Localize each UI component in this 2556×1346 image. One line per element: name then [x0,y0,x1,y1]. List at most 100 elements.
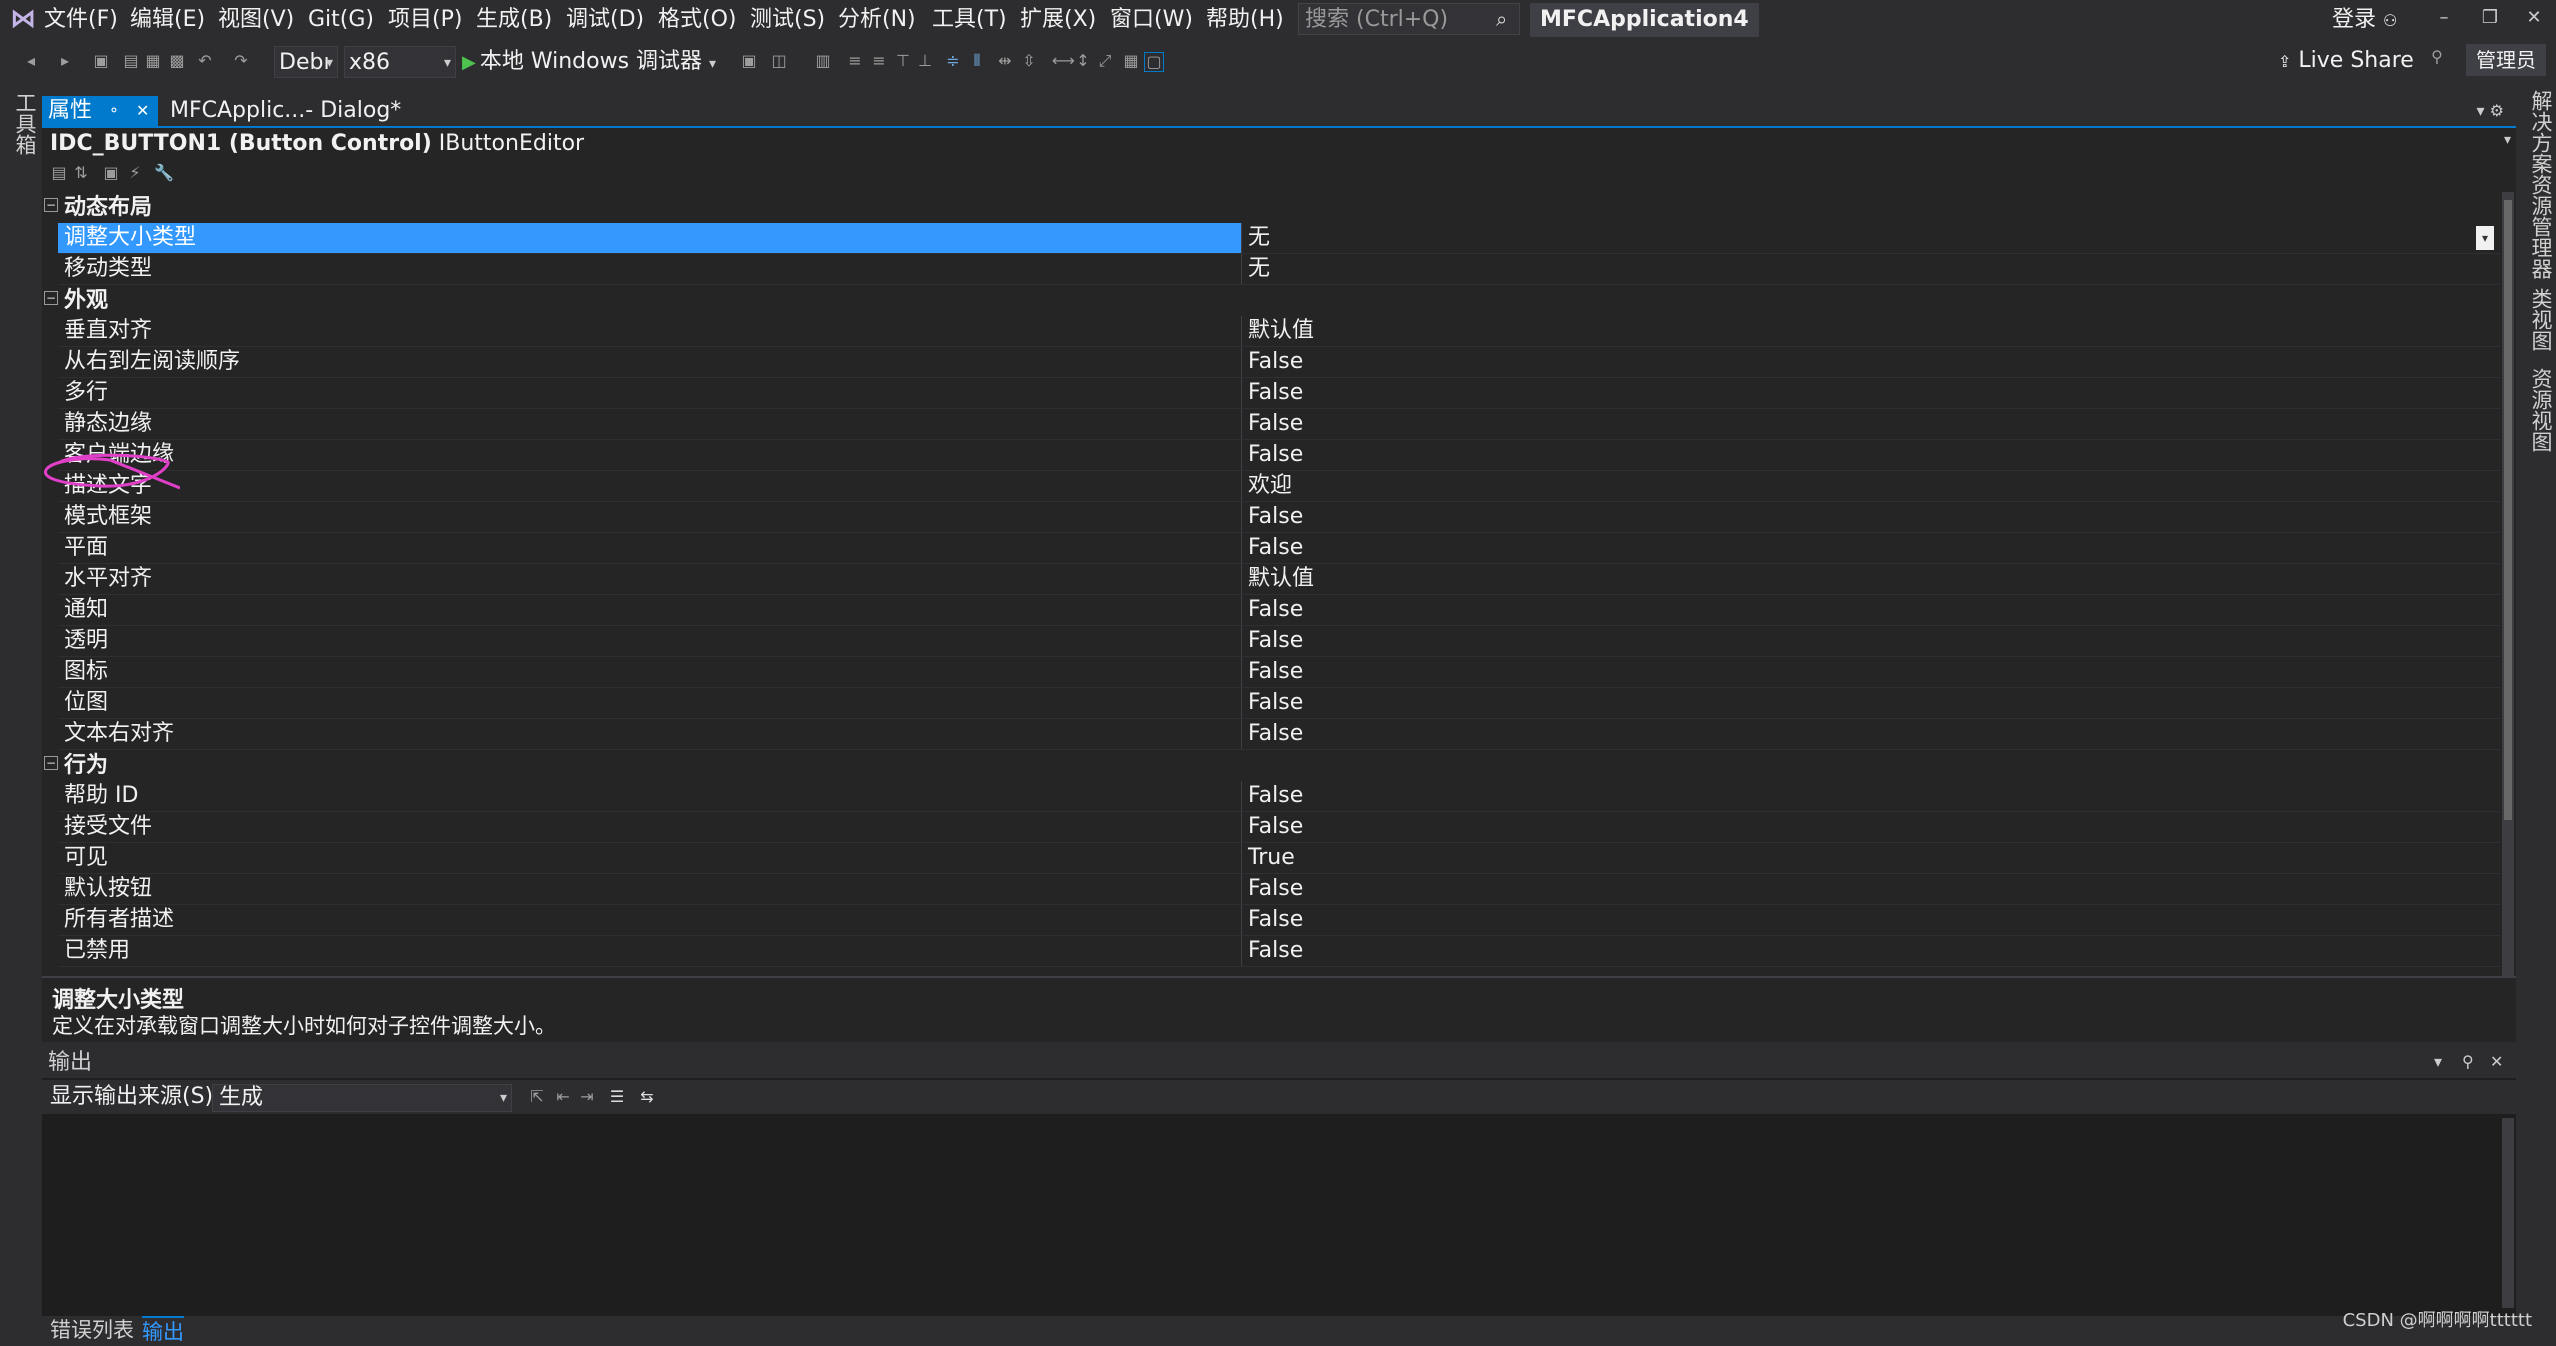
toolbar-tool-icon[interactable]: ◫ [770,52,788,70]
property-name[interactable]: 多行 [58,378,1242,408]
start-debugging-button[interactable]: ▶ 本地 Windows 调试器 ▾ [462,46,716,78]
property-row[interactable]: 文本右对齐 False [58,719,2500,750]
menu-test[interactable]: 测试(S) [750,4,825,36]
forward-icon[interactable]: ▸ [56,52,74,70]
property-row[interactable]: 从右到左阅读顺序 False [58,347,2500,378]
property-value[interactable]: False [1248,812,1303,842]
search-input[interactable]: 搜索 (Ctrl+Q) [1298,3,1520,35]
property-row[interactable]: 水平对齐 默认值 [58,564,2500,595]
property-value[interactable]: True [1248,843,1295,873]
property-row[interactable]: 位图 False [58,688,2500,719]
center-vertical-icon[interactable]: ≑ [944,52,962,70]
menu-project[interactable]: 项目(P) [388,4,462,36]
class-view-tab[interactable]: 类视图 [2526,288,2556,351]
properties-icon[interactable]: ▣ [102,164,120,182]
undo-icon[interactable]: ↶ [196,52,214,70]
property-row[interactable]: 帮助 ID False [58,781,2500,812]
property-name[interactable]: 帮助 ID [58,781,1242,811]
property-value[interactable]: False [1248,595,1303,625]
window-position-icon[interactable]: ▾ [2434,1050,2442,1074]
space-down-icon[interactable]: ⇳ [1020,52,1038,70]
events-icon[interactable]: ⚡ [126,164,144,182]
menu-analyze[interactable]: 分析(N) [838,4,916,36]
properties-scrollbar[interactable] [2502,192,2514,1032]
property-value[interactable]: 欢迎 [1248,471,1292,501]
property-value[interactable]: False [1248,409,1303,439]
property-row[interactable]: 垂直对齐 默认值 [58,316,2500,347]
restore-button[interactable]: ❐ [2470,2,2510,34]
object-selector-dropdown-icon[interactable]: ▾ [2504,132,2511,148]
tab-dialog[interactable]: MFCApplic...- Dialog* [164,96,401,126]
property-name[interactable]: 静态边缘 [58,409,1242,439]
collapse-icon[interactable]: − [44,756,58,770]
pin-icon[interactable]: ⚲ [2462,1050,2474,1074]
property-value[interactable]: False [1248,440,1303,470]
property-category[interactable]: − 动态布局 [42,192,2500,223]
search-icon[interactable]: ⌕ [1496,3,1520,35]
login-link[interactable]: 登录 ⚇ [2332,4,2397,36]
property-name[interactable]: 客户端边缘 [58,440,1242,470]
space-across-icon[interactable]: ⇹ [996,52,1014,70]
property-name[interactable]: 位图 [58,688,1242,718]
property-name[interactable]: 从右到左阅读顺序 [58,347,1242,377]
save-all-icon[interactable]: ▩ [168,52,186,70]
tab-properties[interactable]: 属性 ⚬ ✕ [42,96,158,126]
property-row[interactable]: 平面 False [58,533,2500,564]
property-value[interactable]: False [1248,905,1303,935]
menu-tools[interactable]: 工具(T) [932,4,1007,36]
property-name[interactable]: 调整大小类型 [58,223,1242,253]
property-value[interactable]: False [1248,936,1303,966]
align-bottom-icon[interactable]: ⊥ [916,52,934,70]
property-name[interactable]: 图标 [58,657,1242,687]
property-value[interactable]: False [1248,347,1303,377]
new-project-icon[interactable]: ▣ [92,52,110,70]
close-icon[interactable]: ✕ [136,96,149,126]
property-row[interactable]: 接受文件 False [58,812,2500,843]
make-same-height-icon[interactable]: ↕ [1074,52,1092,70]
close-window-button[interactable]: ✕ [2514,2,2554,34]
property-name[interactable]: 已禁用 [58,936,1242,966]
tab-output[interactable]: 输出 [142,1316,184,1344]
property-name[interactable]: 水平对齐 [58,564,1242,594]
property-value[interactable]: False [1248,502,1303,532]
property-row[interactable]: 通知 False [58,595,2500,626]
menu-file[interactable]: 文件(F) [44,4,118,36]
scrollbar-thumb[interactable] [2504,200,2512,820]
redo-icon[interactable]: ↷ [232,52,250,70]
platform-select[interactable]: x86 ▾ [344,46,456,78]
configuration-select[interactable]: Debı ▾ [274,46,338,78]
tab-error-list[interactable]: 错误列表 [50,1316,134,1342]
property-row[interactable]: 描述文字 欢迎 [58,471,2500,502]
align-right-icon[interactable]: ≡ [870,52,888,70]
property-name[interactable]: 描述文字 [58,471,1242,501]
property-value[interactable]: 无 [1248,223,1270,253]
save-icon[interactable]: ▦ [144,52,162,70]
object-selector[interactable]: IDC_BUTTON1 (Button Control) IButtonEdit… [50,128,584,160]
menu-build[interactable]: 生成(B) [476,4,552,36]
property-value[interactable]: False [1248,533,1303,563]
find-message-icon[interactable]: ⇱ [528,1088,546,1106]
menu-extensions[interactable]: 扩展(X) [1020,4,1096,36]
property-row[interactable]: 调整大小类型无 ▾ [58,223,2500,254]
property-value[interactable]: False [1248,719,1303,749]
property-row[interactable]: 已禁用 False [58,936,2500,967]
center-horizontal-icon[interactable]: ⫴ [968,52,986,70]
align-top-icon[interactable]: ⊤ [894,52,912,70]
toolbar-tool-icon[interactable]: ▥ [814,52,832,70]
property-category[interactable]: − 行为 [42,750,2500,781]
property-value[interactable]: 无 [1248,254,1270,284]
tab-overflow-icon[interactable]: ▾ ⚙ [2477,96,2504,126]
property-row[interactable]: 移动类型无 [58,254,2500,285]
next-message-icon[interactable]: ⇥ [578,1088,596,1106]
property-name[interactable]: 接受文件 [58,812,1242,842]
categorized-icon[interactable]: ▤ [50,164,68,182]
solution-explorer-tab[interactable]: 解决方案资源管理器 [2526,90,2556,279]
close-icon[interactable]: ✕ [2490,1050,2503,1074]
toggle-guides-icon[interactable]: ▢ [1144,52,1164,72]
make-same-size-icon[interactable]: ⤢ [1096,52,1114,70]
menu-help[interactable]: 帮助(H) [1206,4,1284,36]
feedback-icon[interactable]: ⚲ [2428,48,2446,66]
menu-debug[interactable]: 调试(D) [566,4,644,36]
property-row[interactable]: 图标 False [58,657,2500,688]
resource-view-tab[interactable]: 资源视图 [2526,368,2556,452]
